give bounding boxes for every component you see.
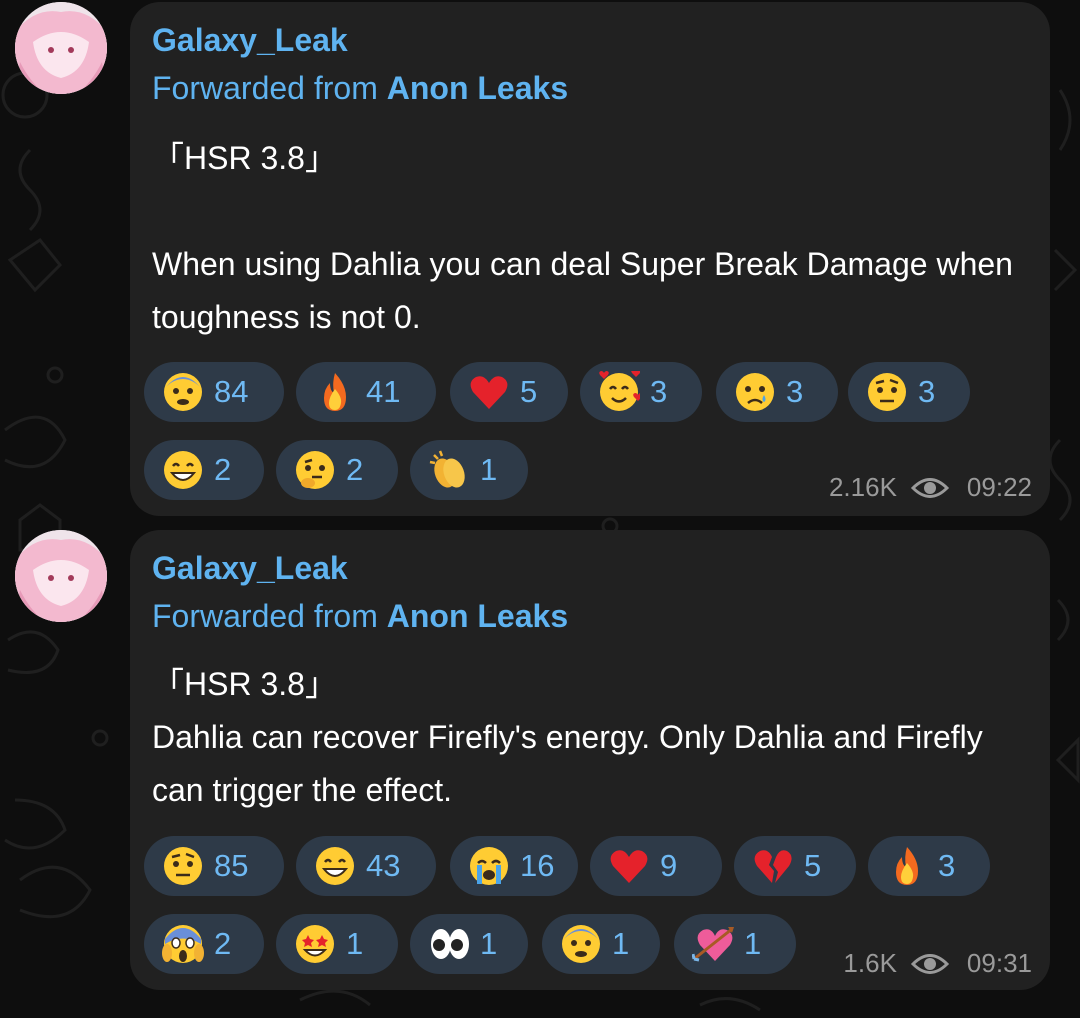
reaction-count: 84 [214,374,249,409]
forwarded-prefix: Forwarded from [152,598,387,634]
forwarded-source[interactable]: Anon Leaks [387,70,568,106]
reaction-count: 1 [346,926,364,961]
forwarded-from[interactable]: Forwarded from Anon Leaks [152,598,568,635]
grinning-face-icon [164,451,202,489]
reaction-heart-with-arrow[interactable]: 1 [674,914,796,974]
reaction-loudly-crying-face[interactable]: 16 [450,836,578,896]
thinking-face-icon [296,451,334,489]
raised-eyebrow-face-icon [868,373,906,411]
reaction-count: 3 [650,374,668,409]
sender-avatar[interactable] [15,530,107,622]
reaction-raised-eyebrow-face[interactable]: 85 [144,836,284,896]
reaction-count: 1 [480,926,498,961]
reaction-fearful-face[interactable]: 1 [542,914,660,974]
reaction-count: 1 [480,452,498,487]
fearful-face-icon [164,373,202,411]
reaction-count: 2 [214,926,232,961]
red-heart-icon [470,376,508,409]
eye-icon [910,477,949,498]
reaction-eyes[interactable]: 1 [410,914,528,974]
eyes-icon [431,929,469,959]
fire-icon [896,847,918,885]
reaction-star-struck[interactable]: 1 [276,914,398,974]
message-bubble[interactable]: Galaxy_Leak Forwarded from Anon Leaks 「H… [130,2,1050,516]
sender-avatar[interactable] [15,2,107,94]
reaction-screaming-face[interactable]: 2 [144,914,264,974]
reaction-broken-heart[interactable]: 5 [734,836,856,896]
reaction-count: 1 [744,926,762,961]
red-heart-icon [610,850,648,883]
message-text: 「HSR 3.8」 Dahlia can recover Firefly's e… [152,666,983,808]
reaction-count: 85 [214,848,249,883]
forwarded-prefix: Forwarded from [152,70,387,106]
reaction-red-heart[interactable]: 9 [590,836,722,896]
reaction-grinning-face[interactable]: 2 [144,440,264,500]
message-time: 09:31 [966,948,1032,978]
reaction-grinning-face[interactable]: 43 [296,836,436,896]
reaction-count: 5 [804,848,822,883]
raised-eyebrow-face-icon [164,847,202,885]
loudly-crying-face-icon [470,847,508,885]
reaction-raised-eyebrow-face[interactable]: 3 [848,362,970,422]
clapping-hands-icon [429,450,465,488]
forwarded-from[interactable]: Forwarded from Anon Leaks [152,70,568,107]
reaction-clapping-hands[interactable]: 1 [410,440,528,500]
reaction-count: 43 [366,848,401,883]
message-bubble[interactable]: Galaxy_Leak Forwarded from Anon Leaks 「H… [130,530,1050,990]
reaction-count: 5 [520,374,538,409]
reaction-sad-tear-face[interactable]: 3 [716,362,838,422]
message-meta: 1.6K 09:31 [843,948,1032,979]
reaction-count: 1 [612,926,630,961]
reaction-fearful-face[interactable]: 84 [144,362,284,422]
fearful-face-icon [562,925,600,963]
message-text: 「HSR 3.8」 When using Dahlia you can deal… [152,140,1013,335]
reaction-count: 3 [918,374,936,409]
screaming-face-icon [162,925,204,963]
sender-name[interactable]: Galaxy_Leak [152,550,348,587]
reaction-count: 3 [786,374,804,409]
reaction-count: 9 [660,848,678,883]
reaction-red-heart[interactable]: 5 [450,362,568,422]
star-struck-icon [296,925,334,963]
forwarded-source[interactable]: Anon Leaks [387,598,568,634]
broken-heart-icon [754,850,792,883]
message-time: 09:22 [966,472,1032,502]
sender-name[interactable]: Galaxy_Leak [152,22,348,59]
view-count: 1.6K [843,948,897,978]
reaction-fire[interactable]: 41 [296,362,436,422]
reaction-count: 41 [366,374,401,409]
reaction-thinking-face[interactable]: 2 [276,440,398,500]
reaction-count: 3 [938,848,956,883]
reaction-smiling-face-with-hearts[interactable]: 3 [580,362,702,422]
reaction-fire[interactable]: 3 [868,836,990,896]
sad-tear-face-icon [736,373,774,411]
heart-with-arrow-icon [692,927,734,962]
reaction-count: 16 [520,848,555,883]
message-meta: 2.16K 09:22 [829,472,1032,503]
reaction-count: 2 [214,452,232,487]
fire-icon [324,373,346,411]
eye-icon [910,953,949,974]
smiling-face-with-hearts-icon [599,371,640,411]
grinning-face-icon [316,847,354,885]
view-count: 2.16K [828,472,897,502]
reaction-count: 2 [346,452,364,487]
